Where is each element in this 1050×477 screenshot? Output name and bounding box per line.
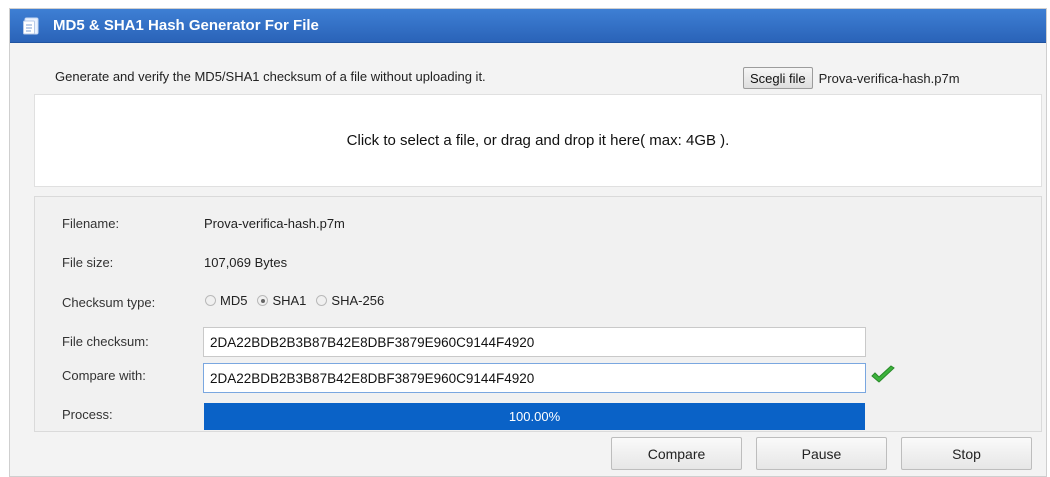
filesize-value: 107,069 Bytes bbox=[204, 255, 288, 270]
drop-zone[interactable]: Click to select a file, or drag and drop… bbox=[34, 94, 1042, 187]
compare-input[interactable] bbox=[203, 363, 866, 393]
radio-md5[interactable]: MD5 bbox=[205, 293, 247, 308]
radio-sha256[interactable]: SHA-256 bbox=[316, 293, 384, 308]
radio-sha1-label: SHA1 bbox=[272, 293, 307, 308]
radio-button[interactable] bbox=[205, 295, 216, 306]
radio-button[interactable] bbox=[316, 295, 328, 306]
compare-button[interactable]: Compare bbox=[611, 437, 742, 470]
document-icon bbox=[23, 17, 39, 35]
progress-text: 100.00% bbox=[508, 409, 561, 424]
drop-zone-text: Click to select a file, or drag and drop… bbox=[346, 132, 730, 149]
checksum-type-label: Checksum type: bbox=[62, 295, 156, 310]
details-panel: Filename: Prova-verifica-hash.p7m File s… bbox=[34, 196, 1042, 432]
checksum-type-options: MD5 SHA1 SHA-256 bbox=[205, 293, 394, 308]
compare-label: Compare with: bbox=[62, 368, 146, 383]
radio-md5-label: MD5 bbox=[220, 293, 248, 308]
app-window: MD5 & SHA1 Hash Generator For File Gener… bbox=[9, 8, 1047, 477]
title-bar: MD5 & SHA1 Hash Generator For File bbox=[10, 9, 1046, 43]
radio-sha1[interactable]: SHA1 bbox=[257, 293, 306, 308]
choose-file-button[interactable]: Scegli file bbox=[743, 67, 813, 89]
stop-button[interactable]: Stop bbox=[901, 437, 1032, 470]
window-title: MD5 & SHA1 Hash Generator For File bbox=[53, 17, 319, 34]
progress-bar: 100.00% bbox=[204, 403, 865, 430]
file-checksum-field[interactable] bbox=[203, 327, 866, 357]
radio-sha256-label: SHA-256 bbox=[331, 293, 385, 308]
file-checksum-label: File checksum: bbox=[62, 334, 149, 349]
pause-button[interactable]: Pause bbox=[756, 437, 887, 470]
selected-file-name: Prova-verifica-hash.p7m bbox=[818, 70, 960, 86]
checkmark-icon bbox=[871, 365, 895, 383]
radio-button[interactable] bbox=[257, 295, 269, 306]
intro-text: Generate and verify the MD5/SHA1 checksu… bbox=[55, 69, 486, 84]
filesize-label: File size: bbox=[62, 255, 114, 270]
filename-label: Filename: bbox=[62, 216, 120, 231]
process-label: Process: bbox=[62, 407, 113, 422]
filename-value: Prova-verifica-hash.p7m bbox=[204, 216, 345, 231]
file-picker: Scegli file Prova-verifica-hash.p7m bbox=[743, 66, 960, 90]
